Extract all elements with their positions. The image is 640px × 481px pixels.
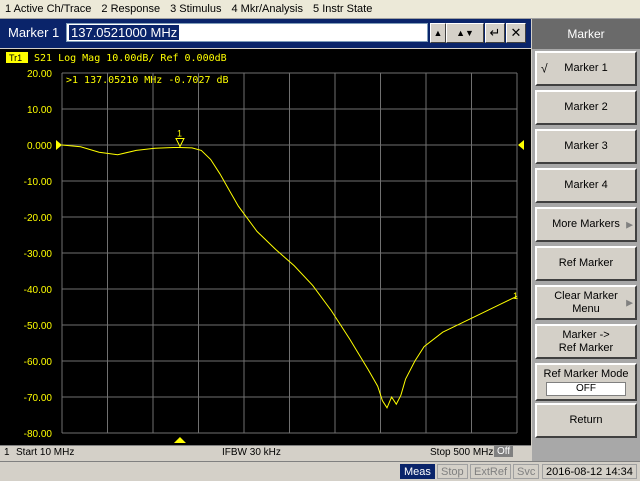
ref-marker-mode-button[interactable]: Ref Marker Mode OFF [535, 363, 637, 401]
extref-indicator: ExtRef [470, 464, 512, 479]
return-label: Return [569, 414, 603, 426]
marker-frequency-input[interactable]: 137.0521000 MHz [66, 23, 428, 42]
marker-1-label: 1 [177, 129, 182, 139]
off-indicator[interactable]: Off [494, 446, 514, 457]
trace-tag[interactable]: Tr1 [9, 53, 22, 63]
y-tick-label: -40.00 [24, 285, 53, 296]
ref-level-left-arrow-icon [56, 140, 62, 150]
marker-frequency-value: 137.0521000 MHz [69, 25, 180, 40]
checkmark-icon: √ [541, 61, 548, 75]
ifbw[interactable]: IFBW 30 kHz [222, 447, 281, 458]
menu-stimulus[interactable]: 3 Stimulus [165, 3, 226, 15]
y-tick-label: 10.00 [27, 105, 52, 116]
y-tick-label: -30.00 [24, 249, 53, 260]
submenu-arrow-icon: ▶ [626, 297, 633, 307]
clear-marker-label-2: Menu [572, 302, 600, 315]
trace-header: S21 Log Mag 10.00dB/ Ref 0.000dB [34, 53, 227, 64]
y-tick-label: -70.00 [24, 393, 53, 404]
meas-indicator: Meas [400, 464, 435, 479]
marker-readout: >1 137.05210 MHz -0.7027 dB [66, 75, 229, 86]
marker-2-label: Marker 2 [564, 101, 608, 113]
y-tick-label: -80.00 [24, 429, 53, 440]
marker-4-label: Marker 4 [564, 179, 608, 191]
menu-response[interactable]: 2 Response [96, 3, 165, 15]
channel-number: 1 [4, 447, 10, 458]
datetime: 2016-08-12 14:34 [542, 464, 637, 479]
ref-marker-mode-value: OFF [546, 382, 626, 396]
submenu-arrow-icon: ▶ [626, 219, 633, 229]
y-tick-label: 0.000 [27, 141, 52, 152]
softkey-panel: Marker √ Marker 1 Marker 2 Marker 3 Mark… [532, 19, 640, 461]
plot-svg: Tr1 S21 Log Mag 10.00dB/ Ref 0.000dB >1 … [6, 52, 524, 443]
spin-up-down-icon[interactable]: ▲ [430, 23, 446, 43]
ref-marker-label: Ref Marker [558, 257, 614, 269]
y-tick-label: -20.00 [24, 213, 53, 224]
marker-2-button[interactable]: Marker 2 [535, 90, 637, 125]
clear-marker-menu-button[interactable]: Clear Marker Menu ▶ [535, 285, 637, 320]
ref-marker-mode-label: Ref Marker Mode [543, 368, 629, 380]
enter-icon[interactable]: ↵ [485, 23, 505, 43]
svc-indicator: Svc [513, 464, 540, 479]
y-tick-label: -50.00 [24, 321, 53, 332]
status-line: 1 Start 10 MHz IFBW 30 kHz Stop 500 MHz … [0, 445, 531, 461]
y-tick-label: -60.00 [24, 357, 53, 368]
menu-instr-state[interactable]: 5 Instr State [308, 3, 377, 15]
stop-frequency[interactable]: Stop 500 MHz [430, 447, 493, 458]
more-markers-label: More Markers [552, 218, 620, 230]
start-frequency[interactable]: Start 10 MHz [16, 447, 74, 458]
marker-1-label: Marker 1 [564, 62, 608, 74]
ref-marker-button[interactable]: Ref Marker [535, 246, 637, 281]
softkey-title: Marker [532, 19, 640, 49]
ref-level-right-arrow-icon [518, 140, 524, 150]
close-icon[interactable]: ✕ [506, 23, 526, 43]
marker-3-label: Marker 3 [564, 140, 608, 152]
y-tick-label: 20.00 [27, 69, 52, 80]
marker-4-button[interactable]: Marker 4 [535, 168, 637, 203]
marker-1-button[interactable]: √ Marker 1 [535, 51, 637, 86]
stop-indicator: Stop [437, 464, 468, 479]
marker-to-ref-marker-button[interactable]: Marker -> Ref Marker [535, 324, 637, 359]
marker-to-ref-label-1: Marker -> [562, 328, 610, 341]
entry-label: Marker 1 [8, 25, 60, 40]
marker-to-ref-label-2: Ref Marker [558, 341, 614, 354]
trace-end-label: 1 [513, 291, 518, 301]
menu-active-ch-trace[interactable]: 1 Active Ch/Trace [0, 3, 96, 15]
marker-3-button[interactable]: Marker 3 [535, 129, 637, 164]
stepper-icon[interactable]: ▲▼ [446, 23, 484, 43]
y-tick-label: -10.00 [24, 177, 53, 188]
menu-mkr-analysis[interactable]: 4 Mkr/Analysis [226, 3, 308, 15]
bottom-status-bar: Meas Stop ExtRef Svc 2016-08-12 14:34 [0, 461, 640, 481]
entry-bar: Marker 1 137.0521000 MHz ▲ ▲▼ ↵ ✕ [0, 19, 531, 48]
trace-graph: Tr1 S21 Log Mag 10.00dB/ Ref 0.000dB >1 … [0, 49, 531, 445]
return-button[interactable]: Return [535, 403, 637, 438]
menu-bar: 1 Active Ch/Trace 2 Response 3 Stimulus … [0, 0, 640, 19]
clear-marker-label-1: Clear Marker [554, 289, 618, 302]
marker-position-arrow-icon [173, 437, 186, 443]
more-markers-button[interactable]: More Markers ▶ [535, 207, 637, 242]
